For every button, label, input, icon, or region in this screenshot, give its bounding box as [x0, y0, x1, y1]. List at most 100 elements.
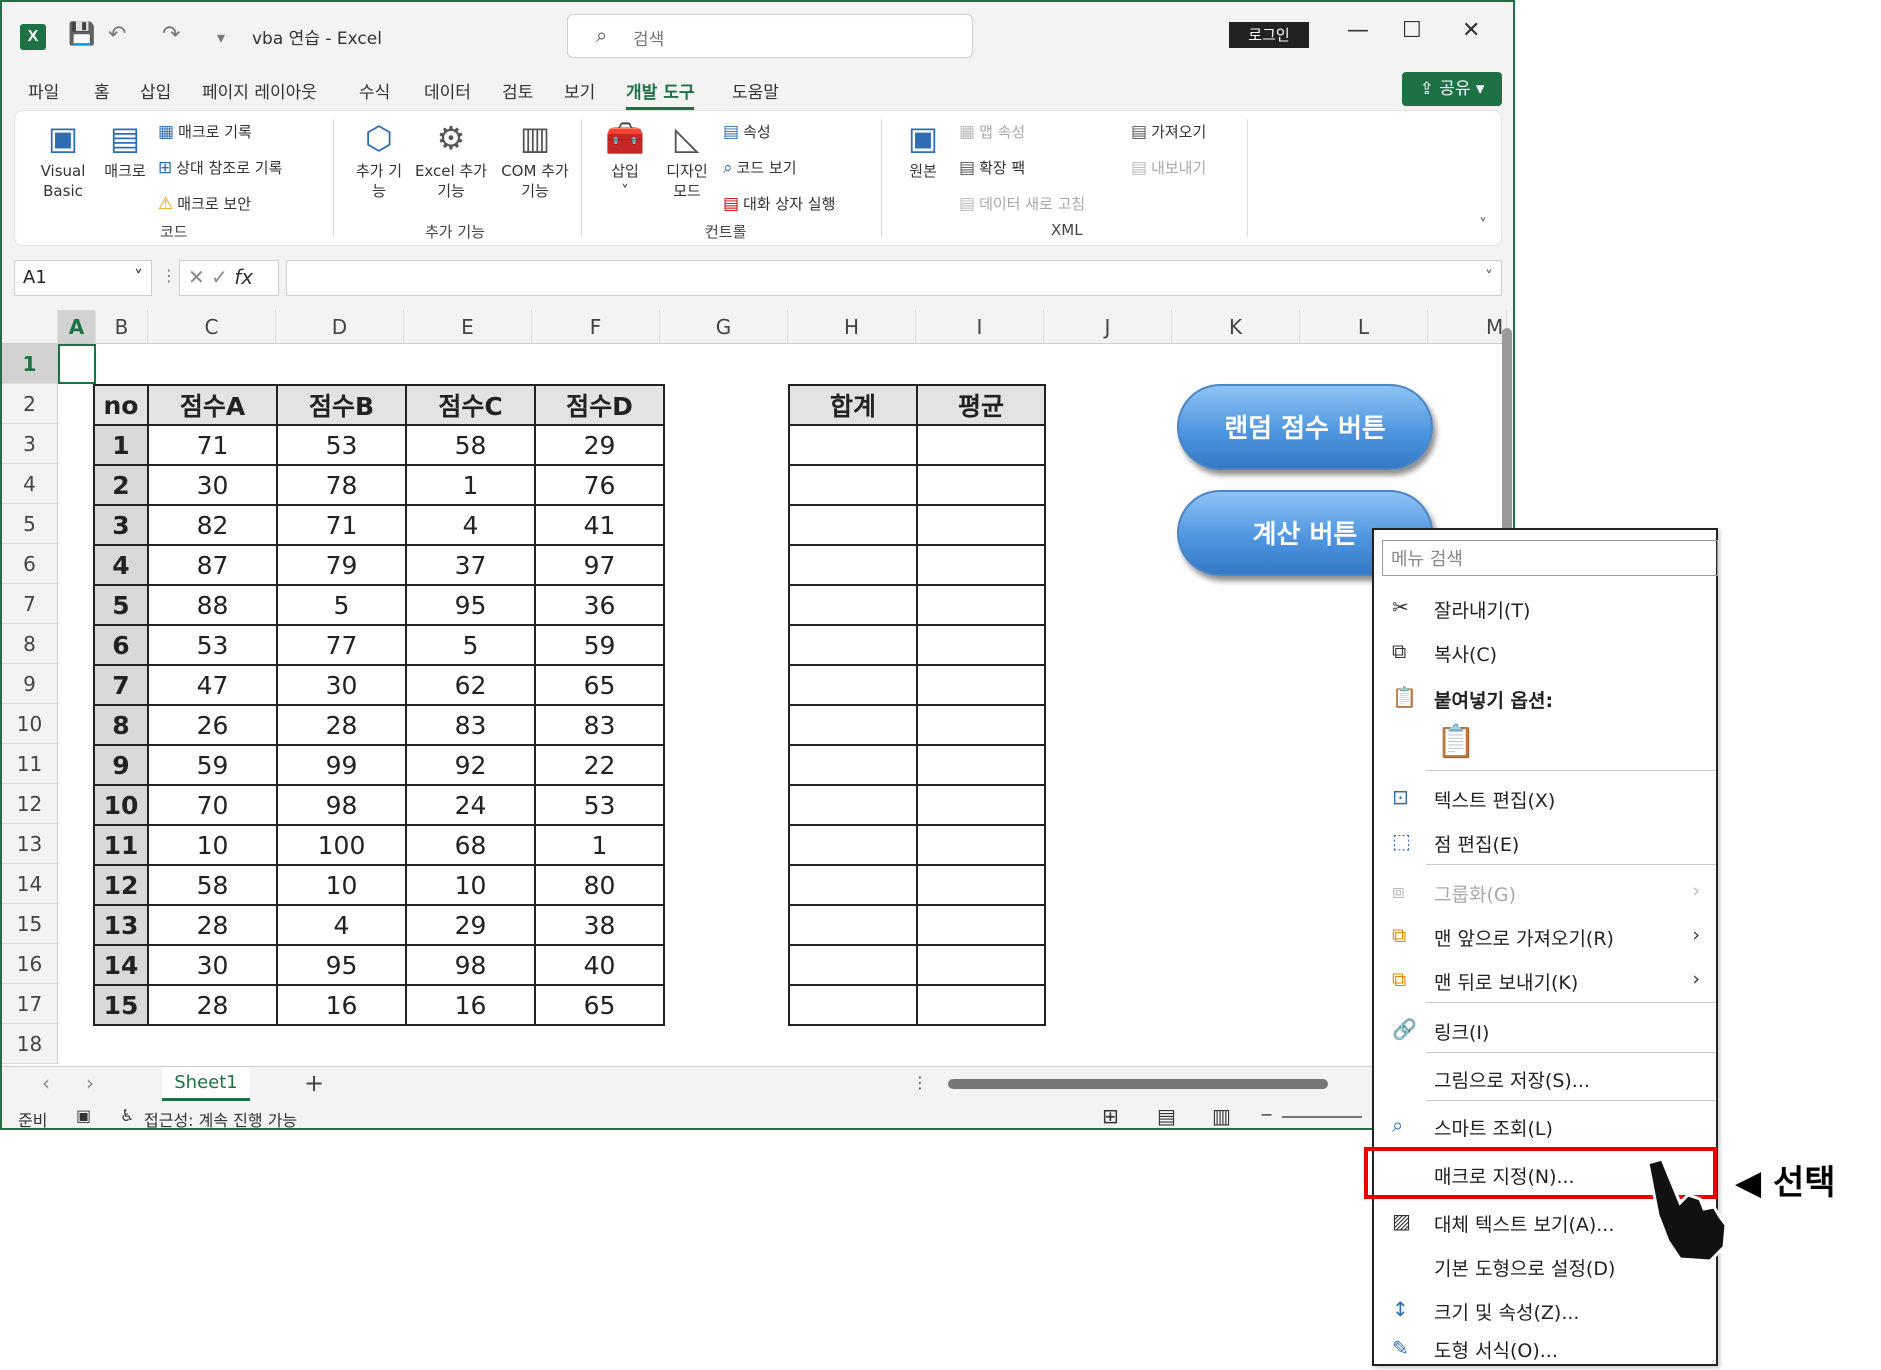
score-cell[interactable]: 92: [405, 744, 536, 786]
score-cell[interactable]: 5: [276, 584, 407, 626]
paste-icon[interactable]: 📋: [1436, 722, 1476, 760]
zoom-out-icon[interactable]: −: [1260, 1105, 1273, 1124]
sum-cell[interactable]: [788, 944, 918, 986]
score-cell[interactable]: 53: [276, 424, 407, 466]
header-cell[interactable]: 평균: [916, 384, 1046, 426]
score-cell[interactable]: 87: [147, 544, 278, 586]
average-cell[interactable]: [916, 744, 1046, 786]
design-mode-button[interactable]: ◺ 디자인 모드: [659, 119, 715, 201]
cancel-icon[interactable]: ✕: [188, 265, 205, 289]
menu-item-save-as-picture[interactable]: 그림으로 저장(S)...: [1374, 1056, 1718, 1100]
fx-icon[interactable]: fx: [234, 265, 253, 289]
row-number-cell[interactable]: 15: [93, 984, 149, 1026]
row-number-cell[interactable]: 2: [93, 464, 149, 506]
average-cell[interactable]: [916, 824, 1046, 866]
row-number-cell[interactable]: 14: [93, 944, 149, 986]
more-icon[interactable]: ⋮: [912, 1073, 928, 1092]
row-number-cell[interactable]: 8: [93, 704, 149, 746]
name-box[interactable]: A1 ˅: [14, 260, 152, 296]
score-cell[interactable]: 40: [534, 944, 665, 986]
macro-security-button[interactable]: ⚠ 매크로 보안: [158, 193, 251, 214]
average-cell[interactable]: [916, 504, 1046, 546]
score-cell[interactable]: 41: [534, 504, 665, 546]
page-layout-icon[interactable]: ▤: [1157, 1104, 1176, 1128]
com-addin-button[interactable]: ▥ COM 추가 기능: [497, 119, 573, 201]
export-button[interactable]: ▤ 내보내기: [1131, 157, 1206, 178]
row-header[interactable]: 10: [2, 704, 58, 744]
column-header[interactable]: M: [1428, 310, 1507, 344]
tab-home[interactable]: 홈: [94, 78, 110, 103]
score-cell[interactable]: 29: [405, 904, 536, 946]
column-header[interactable]: H: [788, 310, 916, 344]
average-cell[interactable]: [916, 864, 1046, 906]
column-header[interactable]: B: [96, 310, 148, 344]
row-header[interactable]: 9: [2, 664, 58, 704]
score-cell[interactable]: 53: [147, 624, 278, 666]
tab-page-layout[interactable]: 페이지 레이아웃: [202, 78, 317, 103]
score-cell[interactable]: 10: [276, 864, 407, 906]
average-cell[interactable]: [916, 904, 1046, 946]
menu-item-format-shape[interactable]: ✎ 도형 서식(O)...: [1374, 1332, 1718, 1364]
page-break-preview-icon[interactable]: ▥: [1212, 1104, 1231, 1128]
record-macro-button[interactable]: ▦ 매크로 기록: [158, 121, 252, 142]
header-cell[interactable]: 점수D: [534, 384, 665, 426]
score-cell[interactable]: 82: [147, 504, 278, 546]
xml-source-button[interactable]: ▣ 원본: [895, 119, 951, 181]
score-cell[interactable]: 95: [276, 944, 407, 986]
menu-item-link[interactable]: 🔗 링크(I): [1374, 1008, 1718, 1052]
import-button[interactable]: ▤ 가져오기: [1131, 121, 1206, 142]
score-cell[interactable]: 71: [147, 424, 278, 466]
header-cell[interactable]: 합계: [788, 384, 918, 426]
row-header[interactable]: 17: [2, 984, 58, 1024]
score-cell[interactable]: 47: [147, 664, 278, 706]
normal-view-icon[interactable]: ⊞: [1102, 1104, 1119, 1128]
score-cell[interactable]: 28: [147, 904, 278, 946]
score-cell[interactable]: 5: [405, 624, 536, 666]
header-cell[interactable]: 점수A: [147, 384, 278, 426]
menu-item-bring-to-front[interactable]: ⧉ 맨 앞으로 가져오기(R) ›: [1374, 914, 1718, 958]
row-header[interactable]: 12: [2, 784, 58, 824]
macro-button[interactable]: ▤ 매크로: [97, 119, 153, 181]
score-cell[interactable]: 38: [534, 904, 665, 946]
column-header[interactable]: C: [148, 310, 276, 344]
row-header[interactable]: 13: [2, 824, 58, 864]
row-header[interactable]: 15: [2, 904, 58, 944]
average-cell[interactable]: [916, 984, 1046, 1026]
macro-recording-icon[interactable]: ▣: [76, 1106, 91, 1125]
score-cell[interactable]: 1: [405, 464, 536, 506]
visual-basic-button[interactable]: ▣ Visual Basic: [33, 119, 93, 201]
average-cell[interactable]: [916, 584, 1046, 626]
tab-file[interactable]: 파일: [28, 78, 59, 103]
score-cell[interactable]: 88: [147, 584, 278, 626]
sum-cell[interactable]: [788, 544, 918, 586]
tab-help[interactable]: 도움말: [732, 78, 779, 103]
header-cell[interactable]: 점수C: [405, 384, 536, 426]
add-sheet-icon[interactable]: +: [304, 1069, 324, 1097]
score-cell[interactable]: 79: [276, 544, 407, 586]
column-header[interactable]: J: [1044, 310, 1172, 344]
column-header[interactable]: L: [1300, 310, 1428, 344]
row-number-cell[interactable]: 3: [93, 504, 149, 546]
menu-item-size-properties[interactable]: ↕ 크기 및 속성(Z)...: [1374, 1288, 1718, 1332]
row-header[interactable]: 7: [2, 584, 58, 624]
tab-data[interactable]: 데이터: [424, 78, 471, 103]
header-cell[interactable]: 점수B: [276, 384, 407, 426]
score-cell[interactable]: 98: [405, 944, 536, 986]
formula-input[interactable]: ˅: [286, 260, 1502, 296]
row-header[interactable]: 14: [2, 864, 58, 904]
score-cell[interactable]: 78: [276, 464, 407, 506]
customize-toolbar-icon[interactable]: ▾: [217, 28, 225, 47]
tab-formulas[interactable]: 수식: [359, 78, 390, 103]
row-number-cell[interactable]: 12: [93, 864, 149, 906]
share-button[interactable]: ⇪ 공유 ▾: [1402, 72, 1502, 106]
score-cell[interactable]: 59: [147, 744, 278, 786]
sum-cell[interactable]: [788, 984, 918, 1026]
map-properties-button[interactable]: ▦ 맵 속성: [959, 121, 1025, 142]
average-cell[interactable]: [916, 944, 1046, 986]
menu-item-edit-text[interactable]: ⊡ 텍스트 편집(X): [1374, 776, 1718, 820]
score-cell[interactable]: 71: [276, 504, 407, 546]
score-cell[interactable]: 28: [276, 704, 407, 746]
average-cell[interactable]: [916, 624, 1046, 666]
row-header[interactable]: 11: [2, 744, 58, 784]
score-cell[interactable]: 98: [276, 784, 407, 826]
